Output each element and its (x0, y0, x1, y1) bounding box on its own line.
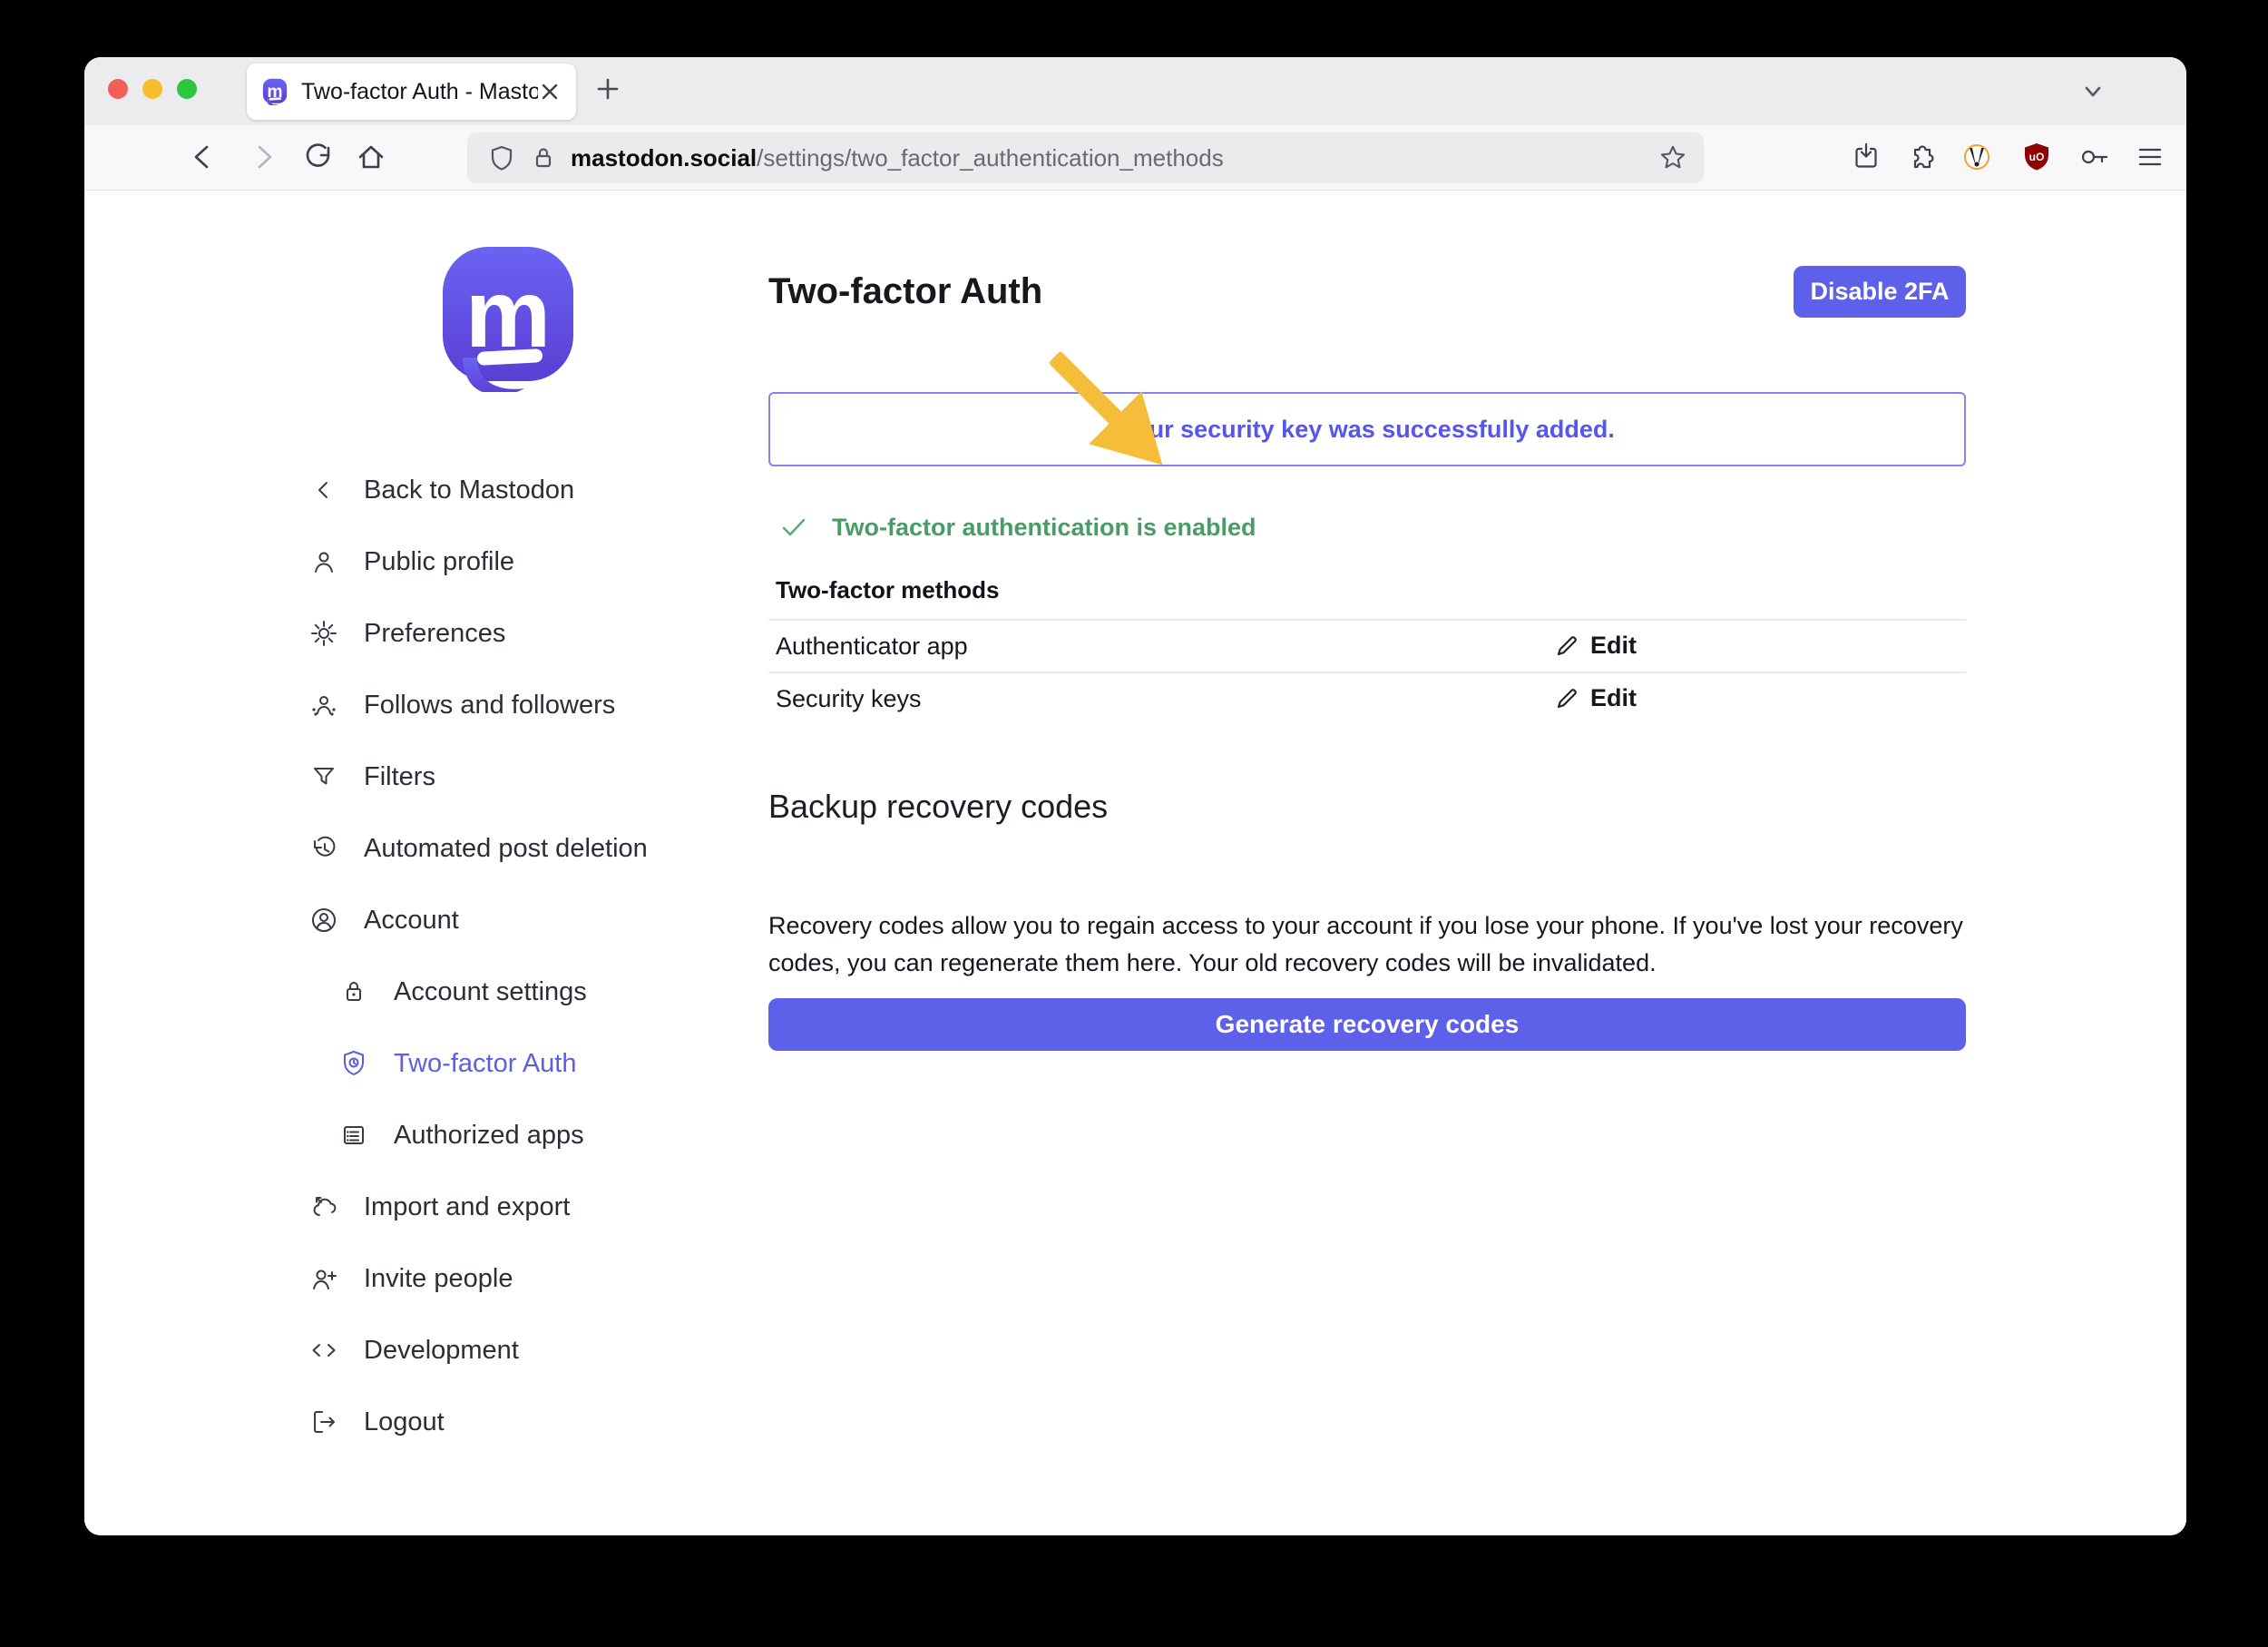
sidebar-item-invite-people[interactable]: Invite people (309, 1265, 648, 1292)
methods-table-header: Two-factor methods (776, 576, 1000, 604)
sidebar-item-logout[interactable]: Logout (309, 1408, 648, 1436)
generate-recovery-codes-button[interactable]: Generate recovery codes (768, 998, 1966, 1051)
list-icon (339, 1121, 368, 1150)
cloud-icon (309, 1192, 338, 1221)
pencil-icon (1554, 633, 1579, 659)
home-button[interactable] (355, 141, 387, 173)
sidebar-item-preferences[interactable]: Preferences (309, 620, 648, 647)
tab-list-chevron-icon[interactable] (2078, 77, 2107, 106)
settings-sidebar: Back to Mastodon Public profile Preferen… (309, 476, 648, 1480)
reload-button[interactable] (302, 141, 335, 173)
edit-authenticator-app-link[interactable]: Edit (1554, 632, 1637, 660)
lock-icon[interactable] (529, 143, 558, 172)
url-text: mastodon.social/settings/two_factor_auth… (571, 144, 1658, 172)
sidebar-item-back-to-mastodon[interactable]: Back to Mastodon (309, 476, 648, 504)
ublock-shield-icon[interactable]: uO (2020, 141, 2053, 173)
tab-bar: Two-factor Auth - Mastodon (84, 57, 2186, 125)
status-text: Two-factor authentication is enabled (832, 514, 1256, 542)
sidebar-item-authorized-apps[interactable]: Authorized apps (339, 1122, 648, 1149)
status-row: Two-factor authentication is enabled (779, 513, 1256, 542)
traffic-lights (108, 79, 197, 99)
sidebar-item-label: Account (364, 906, 459, 936)
url-bar[interactable]: mastodon.social/settings/two_factor_auth… (467, 132, 1704, 183)
sidebar-item-account[interactable]: Account (309, 907, 648, 934)
pencil-icon (1554, 686, 1579, 711)
edit-label: Edit (1590, 684, 1637, 712)
sidebar-item-label: Account settings (394, 977, 587, 1007)
close-tab-icon[interactable] (538, 80, 562, 103)
page-content: Back to Mastodon Public profile Preferen… (84, 191, 2186, 1535)
disable-2fa-button[interactable]: Disable 2FA (1794, 266, 1966, 318)
mastodon-logo (435, 243, 581, 392)
account-circle-icon (309, 906, 338, 935)
checkmark-icon (779, 513, 808, 542)
svg-text:uO: uO (2029, 151, 2045, 163)
sidebar-item-follows-and-followers[interactable]: Follows and followers (309, 691, 648, 719)
menu-hamburger-icon[interactable] (2134, 141, 2166, 173)
browser-tab[interactable]: Two-factor Auth - Mastodon (247, 64, 576, 120)
tab-title: Two-factor Auth - Mastodon (301, 79, 538, 105)
people-icon (309, 691, 338, 720)
sidebar-item-label: Automated post deletion (364, 834, 648, 864)
person-plus-icon (309, 1264, 338, 1293)
tracking-shield-icon[interactable] (487, 143, 516, 172)
backup-description: Recovery codes allow you to regain acces… (768, 907, 1975, 982)
sidebar-item-label: Back to Mastodon (364, 475, 574, 505)
extensions-puzzle-icon[interactable] (1905, 141, 1938, 173)
sidebar-item-label: Follows and followers (364, 691, 615, 721)
person-icon (309, 547, 338, 576)
code-icon (309, 1336, 338, 1365)
minimize-window-button[interactable] (142, 79, 162, 99)
sidebar-item-label: Authorized apps (394, 1121, 584, 1151)
sidebar-item-label: Invite people (364, 1264, 513, 1294)
browser-window: Two-factor Auth - Mastodon mastodon.soci… (84, 57, 2186, 1535)
divider (768, 672, 1966, 673)
url-path: /settings/two_factor_authentication_meth… (757, 144, 1224, 172)
new-tab-button[interactable] (594, 75, 621, 103)
chevron-left-icon (309, 475, 338, 505)
back-button[interactable] (186, 141, 219, 173)
sidebar-item-automated-post-deletion[interactable]: Automated post deletion (309, 835, 648, 862)
close-window-button[interactable] (108, 79, 128, 99)
lock-icon (339, 977, 368, 1006)
sidebar-item-filters[interactable]: Filters (309, 763, 648, 790)
success-notice: Your security key was successfully added… (768, 392, 1966, 466)
url-host: mastodon.social (571, 144, 757, 172)
sidebar-item-label: Import and export (364, 1192, 570, 1222)
logout-icon (309, 1407, 338, 1436)
save-page-icon[interactable] (1850, 141, 1882, 173)
divider (768, 619, 1966, 621)
sidebar-item-account-settings[interactable]: Account settings (339, 978, 648, 1005)
shield-icon (339, 1049, 368, 1078)
backup-section-title: Backup recovery codes (768, 788, 1108, 826)
gear-icon (309, 619, 338, 648)
method-row-label: Authenticator app (776, 632, 968, 661)
sidebar-item-label: Filters (364, 762, 435, 792)
forward-button[interactable] (248, 141, 280, 173)
edit-security-keys-link[interactable]: Edit (1554, 684, 1637, 712)
sidebar-item-label: Logout (364, 1407, 445, 1437)
passwords-key-icon[interactable] (2078, 141, 2111, 173)
edit-label: Edit (1590, 632, 1637, 660)
funnel-icon (309, 762, 338, 791)
sidebar-item-development[interactable]: Development (309, 1337, 648, 1364)
sidebar-item-label: Development (364, 1336, 519, 1366)
sidebar-item-import-and-export[interactable]: Import and export (309, 1193, 648, 1221)
method-row-label: Security keys (776, 685, 922, 713)
sidebar-item-label: Two-factor Auth (394, 1049, 577, 1079)
privacy-badger-icon[interactable] (1960, 141, 1993, 173)
sidebar-item-two-factor-auth[interactable]: Two-factor Auth (339, 1050, 648, 1077)
sidebar-item-label: Public profile (364, 547, 514, 577)
bookmark-star-icon[interactable] (1658, 143, 1687, 172)
sidebar-item-public-profile[interactable]: Public profile (309, 548, 648, 575)
mastodon-favicon (261, 78, 288, 105)
zoom-window-button[interactable] (177, 79, 197, 99)
sidebar-item-label: Preferences (364, 619, 505, 649)
page-title: Two-factor Auth (768, 271, 1042, 312)
history-icon (309, 834, 338, 863)
